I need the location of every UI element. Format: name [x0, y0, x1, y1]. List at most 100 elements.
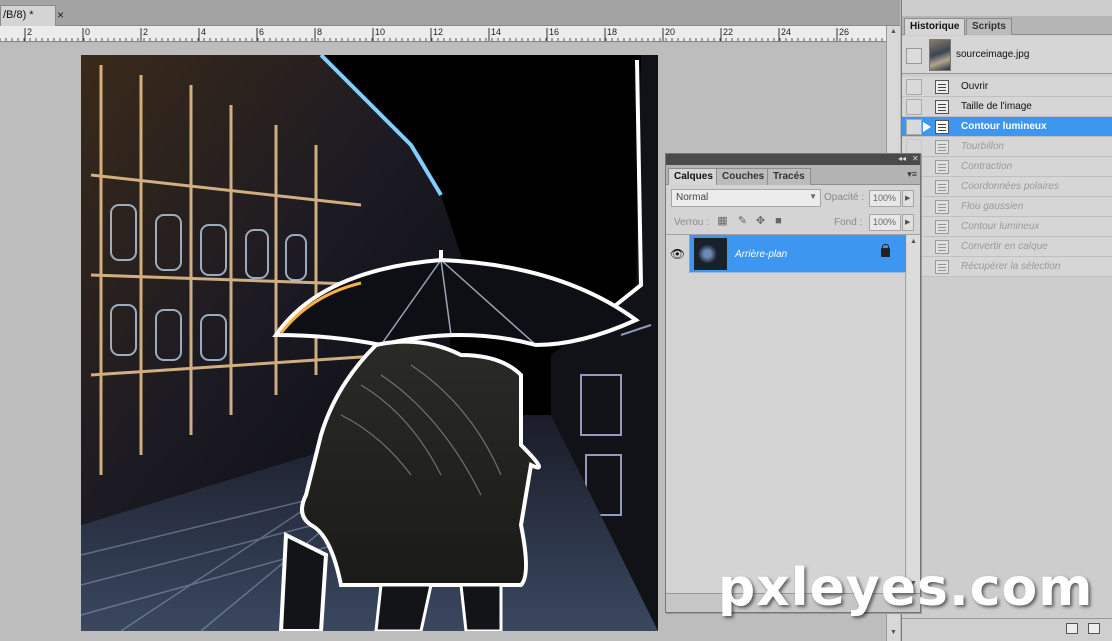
document-tab[interactable]: /B/8) * — [0, 5, 56, 26]
history-step[interactable]: Contraction — [902, 157, 1112, 177]
history-step-label: Flou gaussien — [961, 201, 1024, 212]
scroll-up-icon[interactable]: ▲ — [890, 28, 897, 35]
history-step-label: Contour lumineux — [961, 221, 1040, 232]
lock-row: Verrou : ▦ ✎ ✥ ■ Fond : 100% ▶ — [666, 211, 920, 235]
new-snapshot-icon[interactable] — [1088, 623, 1100, 634]
layers-scrollbar[interactable]: ▲ ▼ — [907, 235, 920, 593]
history-step-label: Ouvrir — [961, 81, 989, 92]
history-step-icon — [935, 100, 949, 114]
collapse-icon[interactable]: ◂◂ — [898, 154, 906, 163]
history-step[interactable]: Coordonnées polaires — [902, 177, 1112, 197]
ruler-ticks: 2 0 2 4 6 8 10 12 14 16 18 20 22 24 26 — [0, 27, 883, 41]
history-step-icon — [935, 120, 949, 134]
history-step-label: Taille de l'image — [961, 101, 1032, 112]
tab-traces[interactable]: Tracés — [767, 168, 811, 185]
history-step[interactable]: Ouvrir — [902, 77, 1112, 97]
ruler-label: 2 — [143, 27, 148, 37]
ruler-label: 8 — [317, 27, 322, 37]
history-brush-source-icon[interactable] — [906, 119, 922, 135]
fill-slider-button[interactable]: ▶ — [902, 214, 914, 231]
history-step[interactable]: Tourbillon — [902, 137, 1112, 157]
close-icon[interactable]: ✕ — [912, 154, 919, 163]
document-tab-bar: /B/8) * × — [0, 0, 900, 26]
glowing-edges-artwork — [81, 55, 658, 631]
history-brush-source-icon[interactable] — [906, 79, 922, 95]
history-step[interactable]: Taille de l'image — [902, 97, 1112, 117]
ruler-label: 10 — [375, 27, 385, 37]
opacity-slider-button[interactable]: ▶ — [902, 190, 914, 207]
history-state-slider-icon[interactable] — [923, 122, 931, 132]
history-step-label: Convertir en calque — [961, 241, 1048, 252]
history-step[interactable]: Contour lumineux — [902, 217, 1112, 237]
layer-row[interactable]: 👁 Arrière-plan — [666, 235, 906, 273]
tab-calques[interactable]: Calques — [668, 168, 719, 185]
lock-label: Verrou : — [674, 217, 710, 228]
lock-transparency-icon[interactable]: ▦ — [716, 215, 729, 228]
lock-image-pixels-icon[interactable]: ✎ — [736, 215, 749, 228]
layer-list: 👁 Arrière-plan — [666, 235, 906, 593]
opacity-label: Opacité : — [824, 192, 865, 203]
tab-couches[interactable]: Couches — [716, 168, 771, 185]
blend-mode-select[interactable]: Normal ▼ — [671, 189, 821, 207]
ruler-label: 14 — [491, 27, 501, 37]
fill-label: Fond : — [834, 217, 863, 228]
history-step-icon — [935, 240, 949, 254]
snapshot-label: sourceimage.jpg — [956, 49, 1030, 60]
history-brush-source-icon[interactable] — [906, 48, 922, 64]
history-step-label: Tourbillon — [961, 141, 1004, 152]
history-snapshot[interactable]: sourceimage.jpg — [902, 36, 1112, 74]
history-step-icon — [935, 260, 949, 274]
layers-panel: ◂◂ ✕ Calques Couches Tracés ▾≡ Normal ▼ … — [665, 153, 921, 613]
ruler-label: 16 — [549, 27, 559, 37]
scroll-up-icon[interactable]: ▲ — [910, 238, 917, 245]
chevron-down-icon: ▼ — [809, 192, 817, 201]
ruler-label: 18 — [607, 27, 617, 37]
history-step-icon — [935, 160, 949, 174]
tab-scripts[interactable]: Scripts — [966, 18, 1012, 35]
history-step-label: Coordonnées polaires — [961, 181, 1059, 192]
history-step-icon — [935, 220, 949, 234]
history-brush-source-icon[interactable] — [906, 99, 922, 115]
ruler-label: 22 — [723, 27, 733, 37]
lock-icon — [881, 244, 890, 257]
lock-all-icon[interactable]: ■ — [772, 215, 785, 228]
layers-panel-tabs: Calques Couches Tracés ▾≡ — [666, 165, 920, 185]
history-step-icon — [935, 200, 949, 214]
watermark-text: pxleyes.com — [718, 558, 1094, 618]
eye-icon[interactable]: 👁 — [666, 235, 690, 273]
history-step[interactable]: Convertir en calque — [902, 237, 1112, 257]
tab-historique[interactable]: Historique — [904, 18, 966, 35]
blend-row: Normal ▼ Opacité : 100% ▶ — [666, 186, 920, 211]
close-icon[interactable]: × — [57, 8, 64, 22]
right-panel-column: Historique Scripts sourceimage.jpg Ouvri… — [901, 0, 1112, 641]
ruler-label: 0 — [85, 27, 90, 37]
panel-menu-icon[interactable]: ▾≡ — [907, 169, 917, 180]
fill-field[interactable]: 100% — [869, 214, 901, 231]
blend-mode-value: Normal — [676, 192, 709, 203]
history-step-icon — [935, 140, 949, 154]
history-step[interactable]: Flou gaussien — [902, 197, 1112, 217]
history-step-label: Récupérer la sélection — [961, 261, 1061, 272]
horizontal-ruler: 2 0 2 4 6 8 10 12 14 16 18 20 22 24 26 — [0, 26, 886, 42]
ruler-label: 26 — [839, 27, 849, 37]
ruler-label: 6 — [259, 27, 264, 37]
layer-name: Arrière-plan — [735, 249, 788, 260]
ruler-label: 20 — [665, 27, 675, 37]
ruler-label: 4 — [201, 27, 206, 37]
history-step-label: Contour lumineux — [961, 121, 1047, 132]
history-step-label: Contraction — [961, 161, 1013, 172]
ruler-label: 12 — [433, 27, 443, 37]
ruler-label: 2 — [27, 27, 32, 37]
history-step-selected[interactable]: Contour lumineux — [902, 117, 1112, 137]
scroll-down-icon[interactable]: ▼ — [890, 629, 897, 636]
opacity-field[interactable]: 100% — [869, 190, 901, 207]
layers-panel-titlebar[interactable]: ◂◂ ✕ — [666, 154, 920, 165]
document-image[interactable] — [81, 55, 658, 631]
history-list: Ouvrir Taille de l'image Contour lumineu… — [902, 77, 1112, 277]
history-step-icon — [935, 180, 949, 194]
history-step-icon — [935, 80, 949, 94]
history-panel-footer — [902, 618, 1112, 641]
new-document-from-state-icon[interactable] — [1066, 623, 1078, 634]
history-step[interactable]: Récupérer la sélection — [902, 257, 1112, 277]
lock-position-icon[interactable]: ✥ — [754, 215, 767, 228]
